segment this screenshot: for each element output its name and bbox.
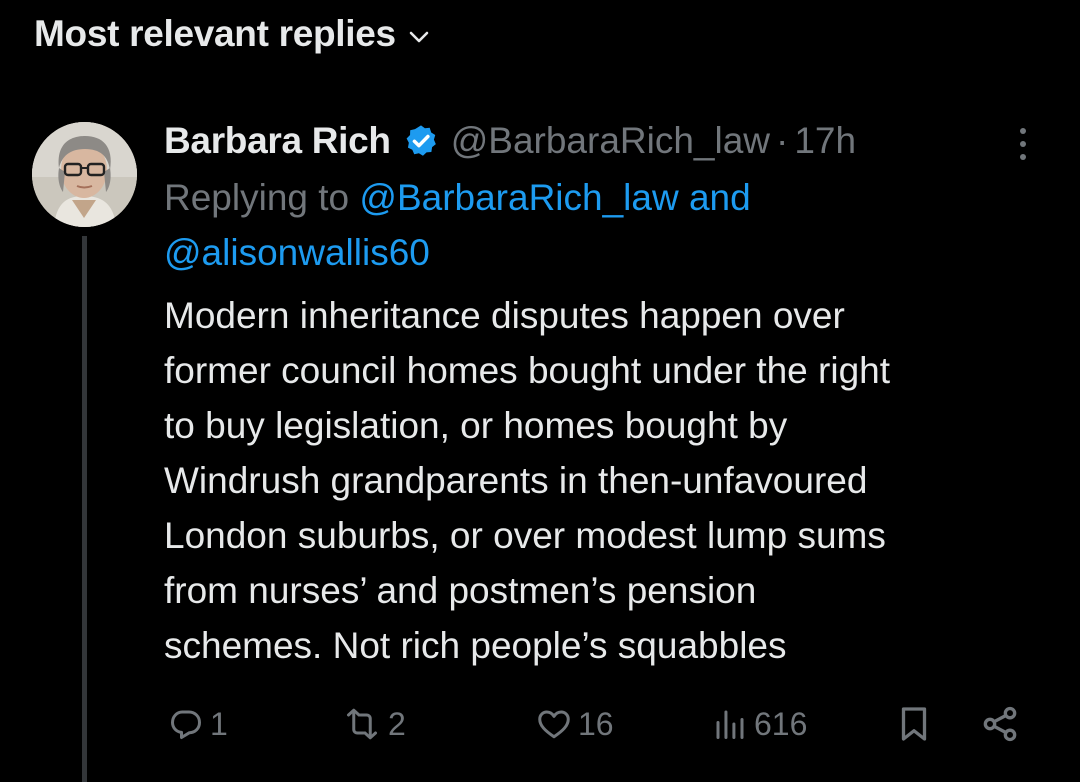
share-icon — [980, 704, 1020, 744]
reply-icon — [168, 706, 204, 742]
replying-to: Replying to @BarbaraRich_law and @alison… — [164, 170, 1044, 280]
views-button[interactable]: 616 — [712, 700, 807, 748]
sort-label: Most relevant replies — [34, 13, 396, 54]
like-count: 16 — [578, 705, 614, 742]
heart-icon — [536, 706, 572, 742]
chevron-down-icon — [406, 24, 432, 50]
tweet[interactable]: Barbara Rich @BarbaraRich_law · 17h Repl… — [164, 112, 1044, 673]
repost-icon — [342, 706, 382, 742]
tweet-text: Modern inheritance disputes happen over … — [164, 295, 891, 666]
like-button[interactable]: 16 — [536, 700, 614, 748]
share-button[interactable] — [980, 700, 1020, 748]
author-handle[interactable]: @BarbaraRich_law — [451, 120, 770, 162]
views-count: 616 — [754, 705, 808, 742]
replying-to-label: Replying to — [164, 177, 350, 218]
separator-dot: · — [776, 120, 789, 161]
bookmark-icon — [896, 704, 932, 744]
more-options-icon[interactable] — [1010, 124, 1036, 164]
mention-link-2[interactable]: @alisonwallis60 — [164, 232, 430, 273]
bookmark-button[interactable] — [896, 700, 932, 748]
sort-replies-dropdown[interactable]: Most relevant replies — [34, 10, 432, 58]
repost-button[interactable]: 2 — [342, 700, 406, 748]
repost-count: 2 — [388, 705, 406, 742]
author-name[interactable]: Barbara Rich — [164, 120, 391, 162]
thread-line — [82, 236, 87, 782]
mention-and: and — [688, 177, 751, 218]
reply-button[interactable]: 1 — [168, 700, 228, 748]
tweet-actions: 1 2 16 616 — [164, 700, 1044, 748]
views-chart-icon — [712, 706, 748, 742]
timestamp[interactable]: 17h — [794, 120, 856, 162]
verified-badge-icon — [403, 123, 439, 159]
mention-link-1[interactable]: @BarbaraRich_law — [359, 177, 678, 218]
avatar[interactable] — [32, 122, 137, 227]
tweet-header: Barbara Rich @BarbaraRich_law · 17h — [164, 112, 1044, 170]
reply-count: 1 — [210, 705, 228, 742]
